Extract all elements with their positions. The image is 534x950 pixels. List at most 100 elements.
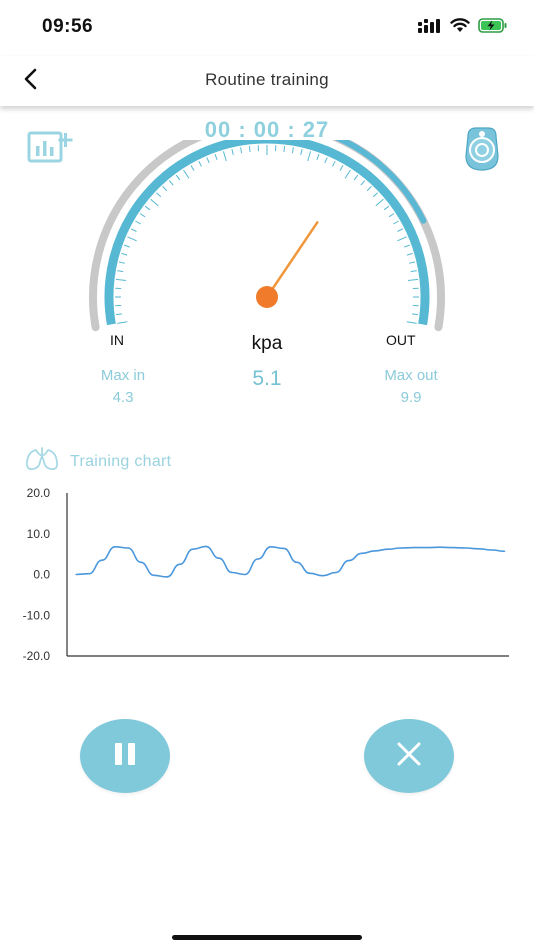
gauge-tick [117, 321, 128, 324]
y-tick-labels: 20.0 10.0 0.0 -10.0 -20.0 [23, 486, 51, 663]
series-point [244, 573, 246, 576]
close-icon [395, 740, 423, 773]
gauge-tick [231, 148, 234, 156]
gauge-tick [222, 151, 227, 162]
gauge-tick [397, 236, 407, 242]
wifi-icon [450, 18, 470, 38]
gauge-tick [324, 157, 328, 164]
pause-button[interactable] [80, 719, 170, 793]
series-point [491, 549, 493, 551]
status-icons [418, 18, 508, 38]
page-title: Routine training [205, 70, 329, 89]
max-in-label: Max in [100, 367, 146, 384]
y-tick-label: 10.0 [27, 527, 51, 541]
series-point [75, 573, 77, 576]
series-point [140, 561, 142, 563]
series-line [75, 545, 505, 578]
series-point [439, 546, 441, 548]
series-point [478, 548, 480, 550]
series-point [387, 548, 389, 550]
series-point [426, 547, 428, 549]
gauge-tick [397, 228, 404, 232]
series-point [309, 572, 311, 574]
series-point [504, 550, 506, 552]
gauge-tick [240, 147, 243, 154]
gauge-tick [404, 244, 410, 248]
gauge-tick [406, 321, 417, 324]
y-tick-label: -20.0 [23, 649, 51, 663]
series-point [179, 563, 181, 565]
gauge-tick [168, 180, 174, 186]
nav-bar: Routine training [0, 56, 534, 106]
gauge-tick [135, 220, 141, 225]
gauge-dial [89, 140, 445, 332]
series-point [192, 548, 194, 550]
gauge-tick [339, 165, 344, 171]
gauge-tick [307, 151, 312, 162]
gauge-tick [198, 160, 202, 167]
gauge-tick [388, 213, 395, 218]
lungs-icon [24, 446, 60, 477]
gauge-tick [375, 198, 384, 207]
gauge-tick [316, 154, 320, 160]
series-point [114, 546, 116, 548]
home-indicator [172, 935, 362, 940]
gauge-needle-pivot [256, 286, 278, 308]
pause-icon [111, 741, 139, 772]
gauge-tick [183, 169, 190, 179]
series-point [270, 546, 272, 548]
gauge-tick [117, 270, 124, 273]
series-point [322, 575, 324, 577]
y-tick-label: -10.0 [23, 608, 51, 622]
gauge-tick [408, 261, 416, 264]
gauge-tick [118, 261, 126, 264]
series-point [88, 573, 90, 575]
series-point [127, 547, 129, 549]
y-tick-label: 20.0 [27, 486, 51, 500]
gauge-tick [139, 213, 146, 218]
gauge-tick [130, 228, 137, 232]
series-point [296, 561, 298, 563]
gauge-tick [121, 252, 128, 256]
gauge-tick [383, 205, 390, 211]
gauge-tick [115, 313, 123, 316]
gauge-tick [115, 278, 127, 281]
gauge-tick [360, 180, 366, 186]
stop-button[interactable] [364, 719, 454, 793]
gauge-tick [353, 174, 359, 181]
gauge-tick [156, 192, 162, 198]
gauge-tick [372, 192, 378, 198]
gauge-tick [162, 186, 168, 192]
gauge-tick [144, 205, 151, 211]
gauge-tick [406, 252, 413, 256]
series-point [400, 547, 402, 549]
pressure-gauge [89, 140, 445, 332]
gauge-unit: kpa [251, 333, 283, 354]
gauge-tick [150, 198, 159, 207]
series-point [452, 547, 454, 549]
status-bar: 09:56 [0, 0, 534, 56]
gauge-tick [366, 186, 372, 192]
chart-series [75, 545, 506, 578]
gauge-needle [265, 221, 319, 299]
gauge-tick [344, 169, 351, 179]
series-point [283, 547, 285, 550]
series-point [231, 571, 233, 574]
series-point [348, 560, 350, 562]
series-point [413, 547, 415, 549]
gauge-tick [214, 154, 218, 160]
series-point [218, 557, 220, 559]
gauge-tick [411, 313, 419, 316]
gauge-tick [332, 160, 336, 167]
series-point [257, 558, 259, 560]
gauge-tick [190, 165, 195, 171]
training-chart-title: Training chart [70, 452, 172, 470]
battery-charging-icon [478, 18, 508, 38]
y-tick-label: 0.0 [33, 568, 50, 582]
max-in-value: 4.3 [112, 389, 134, 406]
series-point [361, 552, 363, 554]
series-point [335, 571, 337, 574]
series-point [153, 574, 155, 576]
max-out-label: Max out [384, 367, 438, 384]
series-point [101, 559, 103, 561]
